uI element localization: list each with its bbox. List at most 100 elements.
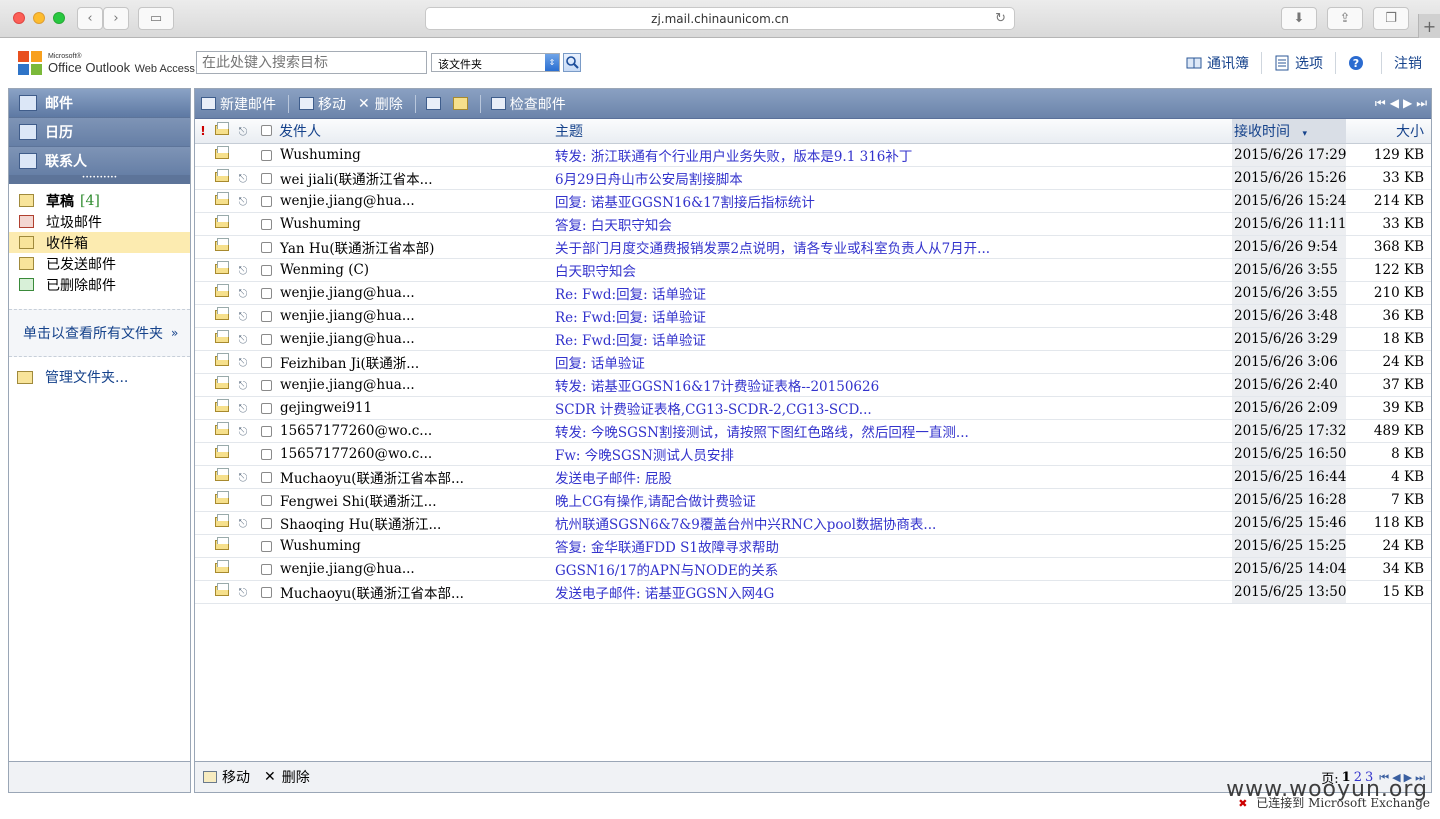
new-mail-button[interactable]: 新建邮件 xyxy=(201,94,276,114)
folder-sent[interactable]: 已发送邮件 xyxy=(9,253,190,274)
importance-column-header[interactable]: ! xyxy=(195,119,211,144)
message-row[interactable]: wenjie.jiang@hua... GGSN16/17的APN与NODE的关系… xyxy=(195,557,1431,581)
address-book-link[interactable]: 通讯簿 xyxy=(1186,53,1249,73)
message-checkbox[interactable] xyxy=(260,287,272,299)
folder-inbox[interactable]: 收件箱 xyxy=(9,232,190,253)
subject-link[interactable]: 杭州联通SGSN6&7&9覆盖台州中兴RNC入pool数据协商表... xyxy=(555,511,1232,535)
message-checkbox[interactable] xyxy=(260,218,272,230)
manage-folders-link[interactable]: 管理文件夹... xyxy=(9,357,190,387)
minimize-window-button[interactable] xyxy=(33,12,45,24)
message-row[interactable]: ⎋ 15657177260@wo.c... 转发: 今晚SGSN割接测试，请按照下图… xyxy=(195,419,1431,443)
subject-link[interactable]: Fw: 今晚SGSN测试人员安排 xyxy=(555,442,1232,466)
message-checkbox[interactable] xyxy=(260,471,272,483)
message-checkbox[interactable] xyxy=(260,586,272,598)
view-all-folders-link[interactable]: 单击以查看所有文件夹 » xyxy=(9,309,190,357)
check-mail-button[interactable]: 检查邮件 xyxy=(490,94,566,114)
tabs-overview-button[interactable]: ❐ xyxy=(1373,7,1409,30)
message-checkbox[interactable] xyxy=(260,241,272,253)
message-row[interactable]: Wushuming 答复: 金华联通FDD S1故障寻求帮助 2015/6/25 1… xyxy=(195,534,1431,558)
delete-button[interactable]: ✕ 删除 xyxy=(358,94,403,114)
message-checkbox[interactable] xyxy=(260,333,272,345)
message-row[interactable]: ⎋ gejingwei911 SCDR 计费验证表格,CG13-SCDR-2,CG1… xyxy=(195,396,1431,420)
message-row[interactable]: ⎋ Wenming (C) 白天职守知会 2015/6/26 3:55 122 KB xyxy=(195,258,1431,282)
subject-link[interactable]: SCDR 计费验证表格,CG13-SCDR-2,CG13-SCD... xyxy=(555,396,1232,420)
message-row[interactable]: ⎋ wenjie.jiang@hua... Re: Fwd:回复: 话单验证 2015… xyxy=(195,304,1431,328)
options-link[interactable]: 选项 xyxy=(1274,53,1323,73)
folder-junk[interactable]: 垃圾邮件 xyxy=(9,211,190,232)
subject-link[interactable]: Re: Fwd:回复: 话单验证 xyxy=(555,327,1232,351)
forward-button[interactable]: › xyxy=(103,7,129,30)
message-checkbox[interactable] xyxy=(260,402,272,414)
message-checkbox[interactable] xyxy=(260,379,272,391)
message-checkbox[interactable] xyxy=(260,425,272,437)
subject-link[interactable]: 晚上CG有操作,请配合做计费验证 xyxy=(555,488,1232,512)
subject-link[interactable]: 白天职守知会 xyxy=(555,258,1232,282)
select-all-checkbox[interactable] xyxy=(260,125,272,137)
subject-link[interactable]: 转发: 浙江联通有个行业用户业务失败，版本是9.1 316补丁 xyxy=(555,143,1232,167)
message-row[interactable]: ⎋ Muchaoyu(联通浙江省本部... 发送电子邮件: 诺基亚GGSN入网4G 2… xyxy=(195,580,1431,604)
subject-link[interactable]: 6月29日舟山市公安局割接脚本 xyxy=(555,166,1232,190)
folder-drafts[interactable]: 草稿 [4] xyxy=(9,190,190,211)
received-column-header[interactable]: 接收时间 ▾ xyxy=(1232,119,1347,144)
message-row[interactable]: ⎋ wenjie.jiang@hua... Re: Fwd:回复: 话单验证 2015… xyxy=(195,281,1431,305)
last-page-icon[interactable]: ⏭ xyxy=(1416,96,1427,111)
subject-link[interactable]: 发送电子邮件: 屁股 xyxy=(555,465,1232,489)
subject-column-header[interactable]: 主题 xyxy=(555,119,1232,144)
nav-section-calendar[interactable]: 日历 xyxy=(9,118,190,147)
search-button[interactable] xyxy=(563,53,581,72)
subject-link[interactable]: 答复: 白天职守知会 xyxy=(555,212,1232,236)
search-scope-select[interactable]: 该文件夹 ⇕ xyxy=(431,53,560,72)
message-row[interactable]: Yan Hu(联通浙江省本部) 关于部门月度交通费报销发票2点说明，请各专业或科室… xyxy=(195,235,1431,259)
address-bar[interactable]: zj.mail.chinaunicom.cn ↻ xyxy=(425,7,1015,30)
share-button[interactable]: ⇪ xyxy=(1327,7,1363,30)
help-link[interactable]: ? xyxy=(1348,55,1369,71)
back-button[interactable]: ‹ xyxy=(77,7,103,30)
folder-deleted[interactable]: 已删除邮件 xyxy=(9,274,190,295)
subject-link[interactable]: 回复: 话单验证 xyxy=(555,350,1232,374)
new-tab-button[interactable]: + xyxy=(1418,14,1440,38)
mark-read-button[interactable] xyxy=(425,97,441,110)
message-checkbox[interactable] xyxy=(260,517,272,529)
downloads-button[interactable]: ⬇ xyxy=(1281,7,1317,30)
message-checkbox[interactable] xyxy=(260,494,272,506)
message-row[interactable]: ⎋ wenjie.jiang@hua... 转发: 诺基亚GGSN16&17计费验证… xyxy=(195,373,1431,397)
message-row[interactable]: ⎋ wei jiali(联通浙江省本... 6月29日舟山市公安局割接脚本 2015/… xyxy=(195,166,1431,190)
read-status-column-header[interactable] xyxy=(211,119,233,144)
size-column-header[interactable]: 大小 xyxy=(1346,119,1431,144)
nav-section-contacts[interactable]: 联系人 xyxy=(9,147,190,176)
subject-link[interactable]: Re: Fwd:回复: 话单验证 xyxy=(555,304,1232,328)
message-checkbox[interactable] xyxy=(260,264,272,276)
from-column-header[interactable]: 发件人 xyxy=(279,119,555,144)
message-row[interactable]: Wushuming 转发: 浙江联通有个行业用户业务失败，版本是9.1 316补丁… xyxy=(195,143,1431,167)
search-input[interactable] xyxy=(196,51,427,74)
subject-link[interactable]: GGSN16/17的APN与NODE的关系 xyxy=(555,557,1232,581)
subject-link[interactable]: 发送电子邮件: 诺基亚GGSN入网4G xyxy=(555,580,1232,604)
subject-link[interactable]: 关于部门月度交通费报销发票2点说明，请各专业或科室负责人从7月开... xyxy=(555,235,1232,259)
select-all-column-header[interactable] xyxy=(253,119,279,144)
message-row[interactable]: Fengwei Shi(联通浙江... 晚上CG有操作,请配合做计费验证 2015/… xyxy=(195,488,1431,512)
subject-link[interactable]: Re: Fwd:回复: 话单验证 xyxy=(555,281,1232,305)
attachment-column-header[interactable]: ⎋ xyxy=(233,119,253,144)
previous-page-icon[interactable]: ◀ xyxy=(1390,96,1399,111)
next-page-icon[interactable]: ▶ xyxy=(1403,96,1412,111)
bottom-move-button[interactable]: 移动 xyxy=(203,767,250,787)
message-checkbox[interactable] xyxy=(260,149,272,161)
message-checkbox[interactable] xyxy=(260,540,272,552)
close-window-button[interactable] xyxy=(13,12,25,24)
subject-link[interactable]: 转发: 今晚SGSN割接测试，请按照下图红色路线，然后回程一直测... xyxy=(555,419,1232,443)
first-page-icon[interactable]: ⏮ xyxy=(1375,96,1386,111)
message-row[interactable]: ⎋ wenjie.jiang@hua... 回复: 诺基亚GGSN16&17割接后指… xyxy=(195,189,1431,213)
message-row[interactable]: ⎋ Shaoqing Hu(联通浙江... 杭州联通SGSN6&7&9覆盖台州中兴R… xyxy=(195,511,1431,535)
message-row[interactable]: 15657177260@wo.c... Fw: 今晚SGSN测试人员安排 2015/… xyxy=(195,442,1431,466)
logout-link[interactable]: 注销 xyxy=(1394,53,1422,73)
message-checkbox[interactable] xyxy=(260,195,272,207)
reload-icon[interactable]: ↻ xyxy=(995,11,1006,26)
subject-link[interactable]: 答复: 金华联通FDD S1故障寻求帮助 xyxy=(555,534,1232,558)
message-row[interactable]: ⎋ Feizhiban Ji(联通浙... 回复: 话单验证 2015/6/26 3:… xyxy=(195,350,1431,374)
mark-unread-button[interactable] xyxy=(452,97,468,110)
nav-section-mail[interactable]: 邮件 xyxy=(9,89,190,118)
message-row[interactable]: Wushuming 答复: 白天职守知会 2015/6/26 11:11 33 KB xyxy=(195,212,1431,236)
subject-link[interactable]: 转发: 诺基亚GGSN16&17计费验证表格--20150626 xyxy=(555,373,1232,397)
message-checkbox[interactable] xyxy=(260,356,272,368)
message-checkbox[interactable] xyxy=(260,448,272,460)
